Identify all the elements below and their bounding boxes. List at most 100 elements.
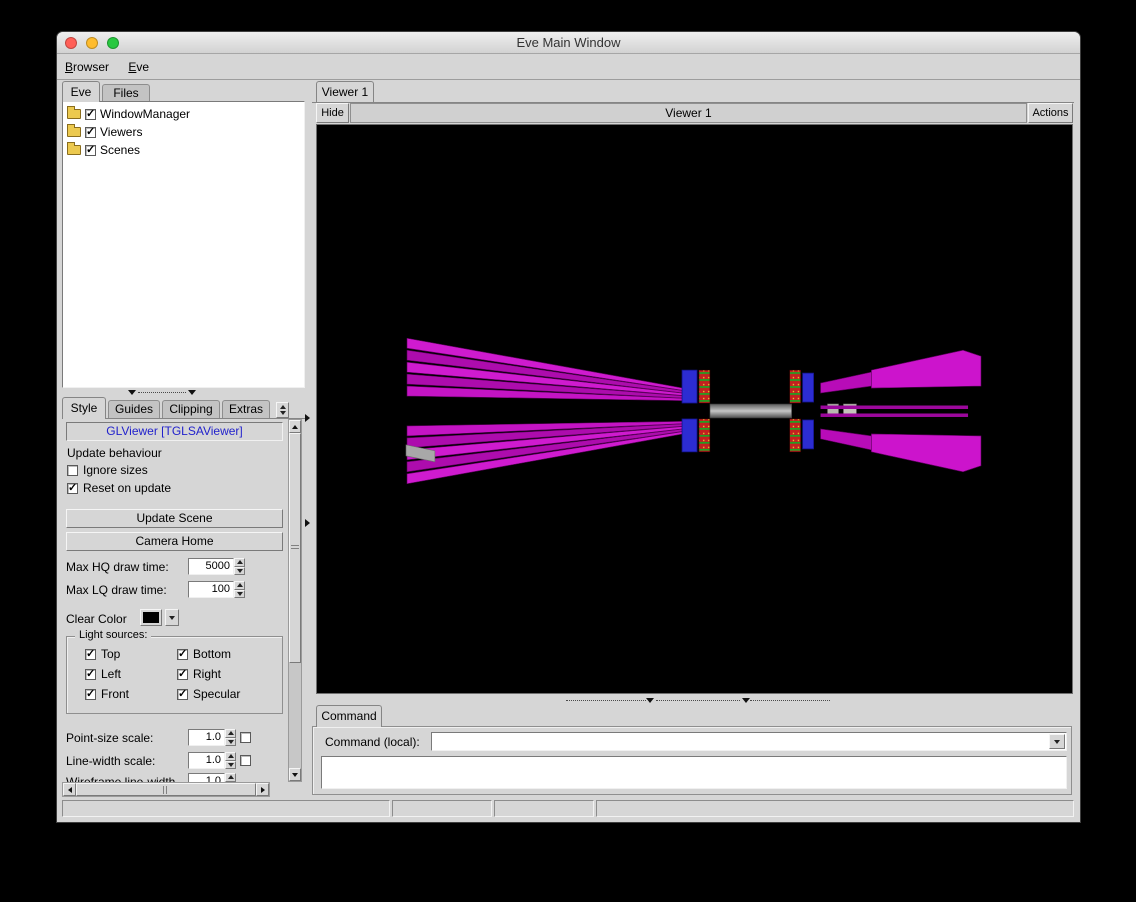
spin-up-icon xyxy=(227,775,234,780)
status-section xyxy=(392,800,492,817)
hscroll-thumb[interactable] xyxy=(76,783,256,796)
spin-up-button[interactable] xyxy=(234,581,245,590)
tab-viewer-1[interactable]: Viewer 1 xyxy=(316,81,374,102)
max-hq-field[interactable]: 5000 xyxy=(188,558,234,575)
light-sources-title: Light sources: xyxy=(75,629,152,641)
minimize-window-button[interactable] xyxy=(86,37,98,49)
scroll-right-button[interactable] xyxy=(256,783,269,796)
tree-checkbox[interactable] xyxy=(85,107,96,120)
viewer-tab-baseline xyxy=(312,102,1074,103)
spin-up-button[interactable] xyxy=(225,729,236,738)
style-vscrollbar[interactable] xyxy=(288,419,302,782)
light-front-checkbox[interactable] xyxy=(85,687,96,700)
scroll-down-button[interactable] xyxy=(289,768,301,781)
spin-down-icon xyxy=(236,591,243,596)
tab-command[interactable]: Command xyxy=(316,705,382,727)
tab-scroll-button[interactable] xyxy=(276,402,289,418)
grip-icon xyxy=(163,785,169,794)
light-bottom-checkbox[interactable] xyxy=(177,647,188,660)
splitter-arrow-icon[interactable] xyxy=(646,698,654,703)
tab-guides[interactable]: Guides xyxy=(108,400,160,418)
spin-down-button[interactable] xyxy=(225,737,236,746)
tab-extras[interactable]: Extras xyxy=(222,400,270,418)
light-right-checkbox[interactable] xyxy=(177,667,188,680)
folder-icon xyxy=(67,142,81,155)
tab-style[interactable]: Style xyxy=(62,397,106,419)
menubar: Browser Eve xyxy=(57,55,1080,80)
light-top-label: Top xyxy=(101,647,121,661)
tab-clipping[interactable]: Clipping xyxy=(162,400,220,418)
point-size-field[interactable]: 1.0 xyxy=(188,729,225,746)
hide-button[interactable]: Hide xyxy=(316,103,349,123)
line-width-checkbox[interactable] xyxy=(240,755,251,766)
menu-eve[interactable]: Eve xyxy=(120,55,157,78)
status-section xyxy=(62,800,390,817)
tree-item-viewers[interactable]: Viewers xyxy=(63,123,304,141)
viewer-title-bar[interactable]: Viewer 1 xyxy=(350,103,1027,123)
gl-viewport[interactable] xyxy=(316,124,1073,694)
zoom-window-button[interactable] xyxy=(107,37,119,49)
splitter-arrow-icon[interactable] xyxy=(742,698,750,703)
detector-rendering xyxy=(317,125,1072,693)
glviewer-link[interactable]: GLViewer [TGLSAViewer] xyxy=(66,422,283,441)
clear-color-swatch[interactable] xyxy=(140,609,162,626)
reset-on-update-row: Reset on update xyxy=(67,481,171,495)
light-left-row: Left xyxy=(85,667,121,681)
max-hq-spinner xyxy=(234,558,245,575)
splitter-arrow-icon[interactable] xyxy=(305,414,310,422)
update-scene-button[interactable]: Update Scene xyxy=(66,509,283,528)
close-window-button[interactable] xyxy=(65,37,77,49)
tab-files[interactable]: Files xyxy=(102,84,150,101)
tree-checkbox[interactable] xyxy=(85,143,96,156)
tab-eve[interactable]: Eve xyxy=(62,81,100,102)
light-left-label: Left xyxy=(101,667,122,681)
spin-up-button[interactable] xyxy=(225,773,236,782)
spin-up-icon xyxy=(227,754,234,759)
light-left-checkbox[interactable] xyxy=(85,667,96,680)
clear-color-dropdown-button[interactable] xyxy=(165,609,179,626)
spin-down-button[interactable] xyxy=(225,760,236,769)
tree-item-scenes[interactable]: Scenes xyxy=(63,141,304,159)
vscroll-thumb[interactable] xyxy=(289,433,301,663)
spin-up-button[interactable] xyxy=(234,558,245,567)
splitter-arrow-icon[interactable] xyxy=(188,390,196,395)
clear-color-label: Clear Color xyxy=(66,612,127,626)
point-size-checkbox[interactable] xyxy=(240,732,251,743)
splitter-arrow-icon[interactable] xyxy=(305,519,310,527)
titlebar[interactable]: Eve Main Window xyxy=(57,32,1080,54)
grip-icon xyxy=(291,545,299,551)
tree-checkbox[interactable] xyxy=(85,125,96,138)
folder-icon xyxy=(67,106,81,119)
style-hscrollbar[interactable] xyxy=(62,782,270,797)
max-lq-field[interactable]: 100 xyxy=(188,581,234,598)
spin-down-button[interactable] xyxy=(234,566,245,575)
reset-on-update-label: Reset on update xyxy=(83,481,172,495)
viewer-splitter[interactable] xyxy=(316,696,1073,705)
spin-up-button[interactable] xyxy=(225,752,236,761)
light-bottom-label: Bottom xyxy=(193,647,232,661)
chevron-down-icon xyxy=(1054,739,1060,744)
line-width-field[interactable]: 1.0 xyxy=(188,752,225,769)
ignore-sizes-label: Ignore sizes xyxy=(83,463,148,477)
wireframe-field[interactable]: 1.0 xyxy=(188,773,225,782)
tree-splitter[interactable] xyxy=(62,388,305,397)
tree-item-label: Scenes xyxy=(100,143,141,157)
light-top-checkbox[interactable] xyxy=(85,647,96,660)
spin-down-button[interactable] xyxy=(234,589,245,598)
scroll-up-button[interactable] xyxy=(289,420,301,433)
menu-browser[interactable]: Browser xyxy=(57,55,117,78)
actions-button[interactable]: Actions xyxy=(1028,103,1073,123)
camera-home-button[interactable]: Camera Home xyxy=(66,532,283,551)
command-output-area[interactable] xyxy=(321,756,1067,789)
tree-item-windowmanager[interactable]: WindowManager xyxy=(63,105,304,123)
status-bar xyxy=(62,800,1074,819)
reset-on-update-checkbox[interactable] xyxy=(67,481,78,494)
combobox-dropdown-button[interactable] xyxy=(1049,734,1065,749)
panel-splitter[interactable] xyxy=(305,81,312,797)
light-specular-checkbox[interactable] xyxy=(177,687,188,700)
point-size-label: Point-size scale: xyxy=(66,731,154,745)
splitter-arrow-icon[interactable] xyxy=(128,390,136,395)
command-combobox[interactable] xyxy=(431,732,1067,751)
scroll-left-button[interactable] xyxy=(63,783,76,796)
ignore-sizes-checkbox[interactable] xyxy=(67,464,78,476)
